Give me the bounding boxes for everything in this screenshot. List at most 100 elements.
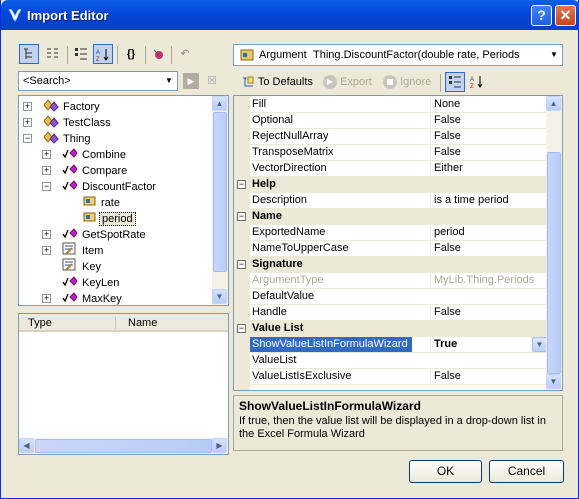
tree-item[interactable]: KeyLen — [62, 274, 121, 290]
braces-button[interactable]: {} — [121, 44, 141, 64]
ok-button[interactable]: OK — [409, 460, 482, 483]
grid-sort-az-button[interactable]: AZ — [467, 72, 487, 92]
grid-row[interactable]: VectorDirection Either — [250, 161, 548, 177]
property-value[interactable]: False — [430, 369, 548, 384]
clear-search-button[interactable]: ☒ — [204, 73, 220, 89]
list-view-icon — [47, 48, 58, 58]
property-value[interactable]: Either — [430, 161, 548, 176]
scroll-down-button[interactable]: ▼ — [212, 289, 227, 304]
tree-item[interactable]: + Compare — [42, 162, 129, 178]
argument-selector[interactable]: Argument Thing.DiscountFactor(double rat… — [233, 44, 563, 66]
property-value[interactable]: False — [430, 241, 548, 256]
tree-item[interactable]: + GetSpotRate — [42, 226, 148, 242]
property-value[interactable]: False — [430, 129, 548, 144]
tree-item[interactable]: − DiscountFactor — [42, 178, 158, 194]
tree-item-label: period — [99, 212, 136, 227]
tree-scrollbar[interactable]: ▲ ▼ — [212, 96, 228, 305]
tree-item[interactable]: + Factory — [23, 98, 102, 114]
grid-row[interactable]: ShowValueListInFormulaWizard True ▼ — [250, 337, 548, 353]
ignore-button[interactable]: Ignore — [383, 73, 431, 91]
grid-row[interactable]: TransposeMatrix False — [250, 145, 548, 161]
expand-icon[interactable]: + — [42, 294, 51, 303]
tree-item-label: KeyLen — [82, 277, 120, 290]
grid-row[interactable]: ValueList — [250, 353, 548, 369]
grid-row[interactable]: NameToUpperCase False — [250, 241, 548, 257]
property-value[interactable]: period — [430, 225, 548, 240]
search-input[interactable]: <Search> — [23, 75, 71, 87]
sort-az-button[interactable]: AZ — [93, 44, 113, 64]
collapse-icon[interactable]: − — [237, 260, 246, 269]
list-view-button[interactable] — [43, 44, 63, 64]
categorized-button[interactable] — [71, 44, 91, 64]
grid-row[interactable]: ValueListIsExclusive False — [250, 369, 548, 385]
expand-icon[interactable]: + — [23, 102, 32, 111]
export-button[interactable]: ▶ Export — [323, 73, 372, 91]
expand-icon[interactable]: + — [42, 230, 51, 239]
categorized-icon — [449, 76, 461, 88]
scroll-thumb[interactable] — [35, 439, 212, 453]
grid-category[interactable]: − Signature — [234, 257, 548, 273]
collapse-icon[interactable]: − — [237, 212, 246, 221]
tree-view[interactable]: + Factory + TestClass − Thing + Combine + Compare… — [18, 95, 229, 306]
property-value[interactable]: False — [430, 113, 548, 128]
grid-scrollbar[interactable]: ▲ ▼ — [546, 96, 562, 390]
help-button[interactable]: ? — [531, 5, 552, 26]
grid-row[interactable]: Optional False — [250, 113, 548, 129]
property-value[interactable]: is a time period — [430, 193, 548, 208]
tree-item[interactable]: − Thing — [23, 130, 93, 146]
column-type-header[interactable]: Type — [28, 317, 52, 329]
tree-item[interactable]: rate — [81, 194, 122, 210]
scroll-thumb[interactable] — [547, 152, 561, 374]
list-hscrollbar[interactable]: ◀ ▶ — [19, 438, 228, 454]
tree-item[interactable]: + MaxKey — [42, 290, 124, 305]
grid-row[interactable]: Description is a time period — [250, 193, 548, 209]
grid-row[interactable]: ArgumentType MyLib.Thing.Periods — [250, 273, 548, 289]
close-button[interactable]: ✕ — [555, 5, 576, 26]
grid-category[interactable]: − Help — [234, 177, 548, 193]
collapse-icon[interactable]: − — [23, 134, 32, 143]
to-defaults-button[interactable]: To Defaults — [241, 73, 313, 91]
grid-category[interactable]: − Value List — [234, 321, 548, 337]
grid-row[interactable]: Fill None — [250, 97, 548, 113]
tree-item[interactable]: Key — [62, 258, 103, 274]
column-name-header[interactable]: Name — [128, 317, 157, 329]
expand-icon[interactable]: + — [23, 118, 32, 127]
expand-icon[interactable]: + — [42, 150, 51, 159]
search-combobox[interactable]: <Search> ▼ — [18, 71, 178, 91]
property-value[interactable]: None — [430, 97, 548, 112]
property-value[interactable]: False — [430, 145, 548, 160]
property-value[interactable]: MyLib.Thing.Periods — [430, 273, 548, 288]
scroll-down-button[interactable]: ▼ — [546, 374, 561, 389]
grid-category[interactable]: − Name — [234, 209, 548, 225]
expand-icon[interactable]: + — [42, 166, 51, 175]
tree-view-button[interactable] — [19, 44, 39, 64]
grid-categorized-button[interactable] — [445, 72, 465, 92]
scroll-up-button[interactable]: ▲ — [546, 96, 561, 111]
cancel-button[interactable]: Cancel — [489, 460, 564, 483]
collapse-icon[interactable]: − — [42, 182, 51, 191]
grid-row[interactable]: DefaultValue — [250, 289, 548, 305]
expand-icon[interactable]: + — [42, 246, 51, 255]
scroll-up-button[interactable]: ▲ — [212, 96, 227, 111]
property-grid[interactable]: Fill None Optional False RejectNullArray Fals… — [233, 95, 563, 391]
property-value[interactable]: True — [430, 337, 548, 352]
value-dropdown-button[interactable]: ▼ — [532, 337, 547, 352]
go-search-button[interactable]: ▶ — [183, 73, 199, 89]
scroll-left-button[interactable]: ◀ — [19, 438, 34, 453]
property-value[interactable]: False — [430, 305, 548, 320]
tree-item[interactable]: + Item — [42, 242, 105, 258]
undo-button[interactable]: ↶ — [175, 44, 195, 64]
scroll-thumb[interactable] — [213, 112, 227, 272]
grid-row[interactable]: Handle False — [250, 305, 548, 321]
tree-item[interactable]: + TestClass — [23, 114, 113, 130]
window-title: Import Editor — [27, 8, 109, 23]
grid-row[interactable]: RejectNullArray False — [250, 129, 548, 145]
grid-row[interactable]: ExportedName period — [250, 225, 548, 241]
collapse-icon[interactable]: − — [237, 324, 246, 333]
remove-button[interactable] — [149, 44, 169, 64]
members-list[interactable]: Type Name ◀ ▶ — [18, 313, 229, 455]
tree-item[interactable]: + Combine — [42, 146, 128, 162]
collapse-icon[interactable]: − — [237, 180, 246, 189]
scroll-right-button[interactable]: ▶ — [212, 438, 227, 453]
tree-item[interactable]: period — [81, 210, 136, 227]
